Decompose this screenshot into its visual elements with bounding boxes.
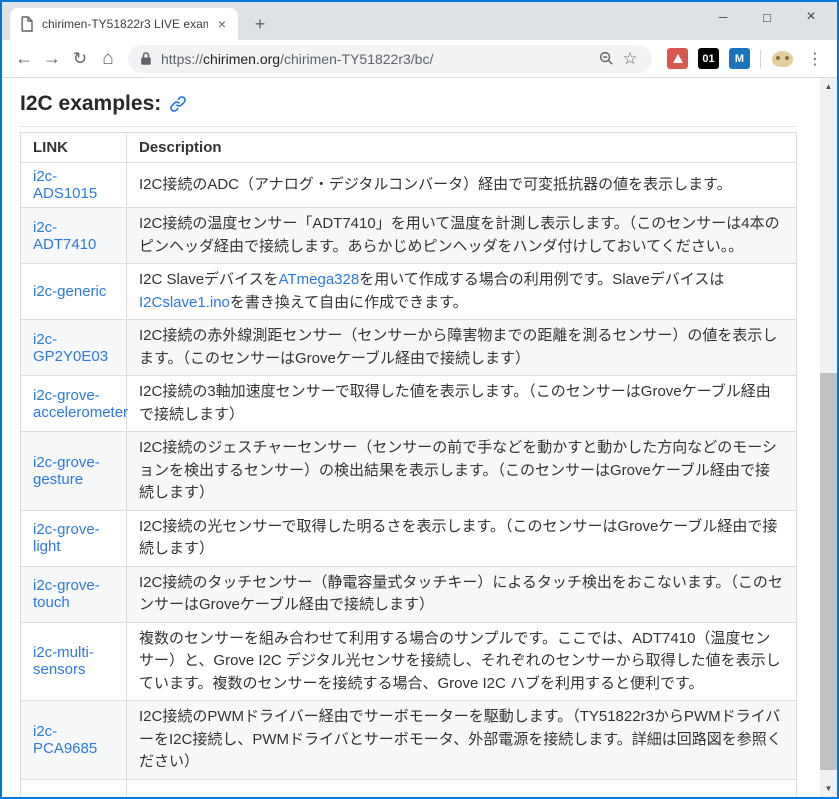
description-cell: I2C接続のADC（アナログ・デジタルコンバータ）経由で可変抵抗器の値を表示しま… — [127, 163, 797, 208]
window-controls: ─ □ × — [701, 2, 833, 32]
hamster-extension-icon[interactable] — [772, 51, 793, 67]
lock-icon — [140, 51, 152, 66]
pdf-glyph — [673, 54, 683, 63]
table-row: i2c-grove-light I2C接続の光センサーで取得した明るさを表示します… — [21, 510, 797, 566]
table-row: i2c-ADS1015 I2C接続のADC（アナログ・デジタルコンバータ）経由で可… — [21, 163, 797, 208]
example-link[interactable]: i2c-generic — [33, 283, 106, 300]
home-button-icon[interactable]: ⌂ — [94, 45, 122, 73]
inline-link[interactable]: ATmega328 — [279, 271, 360, 288]
examples-table: LINK Description i2c-ADS1015 I2C接続のADC（アナ… — [20, 132, 797, 797]
column-header-link: LINK — [21, 133, 127, 163]
description-cell: I2C接続の光センサーで取得した明るさを表示します。（このセンサーはGroveケ… — [127, 510, 797, 566]
table-row: i2c-PCA9685 I2C接続のPWMドライバー経由でサーボモーターを駆動しま… — [21, 701, 797, 780]
table-row: i2c-grove-touch I2C接続のタッチセンサー（静電容量式タッチキー）… — [21, 566, 797, 622]
zoom-out-icon[interactable] — [594, 47, 618, 71]
link-cell: i2c-multi-sensors — [21, 622, 127, 701]
reload-button-icon[interactable]: ↻ — [66, 45, 94, 73]
browser-toolbar: ← → ↻ ⌂ https://chirimen.org/chirimen-TY… — [2, 40, 837, 78]
description-cell: I2C接続の赤外線測距センサー（センサーから障害物までの距離を測るセンサー）の値… — [127, 320, 797, 376]
bookmark-star-icon[interactable]: ☆ — [618, 47, 642, 71]
inline-link[interactable]: I2Cslave1.ino — [139, 294, 230, 311]
table-row: i2c-generic I2C SlaveデバイスをATmega328を用いて作成… — [21, 264, 797, 320]
description-cell — [127, 779, 797, 797]
forward-button-icon[interactable]: → — [38, 45, 66, 73]
link-cell: i2c-PCA9685 — [21, 701, 127, 780]
close-button[interactable]: × — [789, 8, 833, 26]
description-cell: I2C SlaveデバイスをATmega328を用いて作成する場合の利用例です。… — [127, 264, 797, 320]
table-header-row: LINK Description — [21, 133, 797, 163]
example-link[interactable]: i2c-GP2Y0E03 — [33, 331, 108, 365]
anchor-link-icon[interactable] — [169, 95, 187, 113]
table-row: i2c-GP2Y0E03 I2C接続の赤外線測距センサー（センサーから障害物までの… — [21, 320, 797, 376]
examples-table-body: i2c-ADS1015 I2C接続のADC（アナログ・デジタルコンバータ）経由で可… — [21, 163, 797, 798]
link-cell: i2c-grove-light — [21, 510, 127, 566]
browser-menu-icon[interactable]: ⋮ — [803, 49, 827, 69]
m-extension-icon[interactable]: M — [729, 48, 750, 69]
scroll-down-icon[interactable]: ▼ — [820, 780, 837, 797]
address-bar[interactable]: https://chirimen.org/chirimen-TY51822r3/… — [128, 45, 652, 73]
tab-strip: chirimen-TY51822r3 LIVE exampl × + ─ □ × — [2, 2, 837, 40]
01-extension-icon[interactable]: 01 — [698, 48, 719, 69]
example-link[interactable]: i2c-multi-sensors — [33, 644, 94, 678]
maximize-button[interactable]: □ — [745, 10, 789, 25]
description-cell: I2C接続のPWMドライバー経由でサーボモーターを駆動します。（TY51822r… — [127, 701, 797, 780]
link-cell: i2c-GP2Y0E03 — [21, 320, 127, 376]
table-row: i2c-grove-gesture I2C接続のジェスチャーセンサー（センサーの前… — [21, 432, 797, 511]
example-link[interactable]: i2c-grove-light — [33, 521, 100, 555]
heading-divider — [20, 126, 797, 127]
description-cell: I2C接続の温度センサー「ADT7410」を用いて温度を計測し表示します。（この… — [127, 208, 797, 264]
table-row: i2c-multi-sensors 複数のセンサーを組み合わせて利用する場合のサン… — [21, 622, 797, 701]
link-cell: i2c-ADT7410 — [21, 208, 127, 264]
example-link[interactable]: i2c-ADT7410 — [33, 219, 96, 253]
link-cell: i2c-generic — [21, 264, 127, 320]
new-tab-button[interactable]: + — [246, 8, 274, 40]
description-cell: I2C接続のジェスチャーセンサー（センサーの前で手などを動かすと動かした方向など… — [127, 432, 797, 511]
example-link[interactable]: i2c-grove-touch — [33, 577, 100, 611]
toolbar-divider — [760, 50, 761, 68]
table-row — [21, 779, 797, 797]
description-cell: I2C接続のタッチセンサー（静電容量式タッチキー）によるタッチ検出をおこないます… — [127, 566, 797, 622]
url-scheme: https:// — [161, 51, 203, 67]
table-row: i2c-ADT7410 I2C接続の温度センサー「ADT7410」を用いて温度を計… — [21, 208, 797, 264]
browser-tab[interactable]: chirimen-TY51822r3 LIVE exampl × — [10, 8, 238, 40]
link-cell: i2c-grove-accelerometer — [21, 376, 127, 432]
page-title-text: I2C examples: — [20, 92, 161, 116]
url-path: /chirimen-TY51822r3/bc/ — [280, 51, 433, 67]
link-cell: i2c-grove-touch — [21, 566, 127, 622]
browser-window: chirimen-TY51822r3 LIVE exampl × + ─ □ ×… — [0, 0, 839, 799]
minimize-button[interactable]: ─ — [701, 10, 745, 24]
example-link[interactable]: i2c-grove-accelerometer — [33, 387, 128, 421]
scroll-up-icon[interactable]: ▲ — [820, 78, 837, 95]
page-favicon-icon — [20, 16, 34, 32]
table-row: i2c-grove-accelerometerI2C接続の3軸加速度センサーで取… — [21, 376, 797, 432]
page-title: I2C examples: — [20, 92, 797, 116]
description-cell: I2C接続の3軸加速度センサーで取得した値を表示します。（このセンサーはGrov… — [127, 376, 797, 432]
pdf-extension-icon[interactable] — [667, 48, 688, 69]
description-cell: 複数のセンサーを組み合わせて利用する場合のサンプルです。ここでは、ADT7410… — [127, 622, 797, 701]
url-domain: chirimen.org — [203, 51, 280, 67]
link-cell: i2c-grove-gesture — [21, 432, 127, 511]
tab-close-icon[interactable]: × — [214, 16, 230, 32]
example-link[interactable]: i2c-grove-gesture — [33, 454, 100, 488]
back-button-icon[interactable]: ← — [10, 45, 38, 73]
link-cell — [21, 779, 127, 797]
vertical-scrollbar[interactable]: ▲ ▼ — [820, 78, 837, 797]
example-link[interactable]: i2c-PCA9685 — [33, 723, 97, 757]
link-cell: i2c-ADS1015 — [21, 163, 127, 208]
scrollbar-thumb[interactable] — [820, 373, 837, 770]
tab-title: chirimen-TY51822r3 LIVE exampl — [42, 17, 208, 31]
column-header-description: Description — [127, 133, 797, 163]
example-link[interactable]: i2c-ADS1015 — [33, 168, 97, 202]
url-text[interactable]: https://chirimen.org/chirimen-TY51822r3/… — [161, 51, 594, 67]
page-content: I2C examples: LINK Description i2c-ADS10… — [2, 78, 837, 797]
